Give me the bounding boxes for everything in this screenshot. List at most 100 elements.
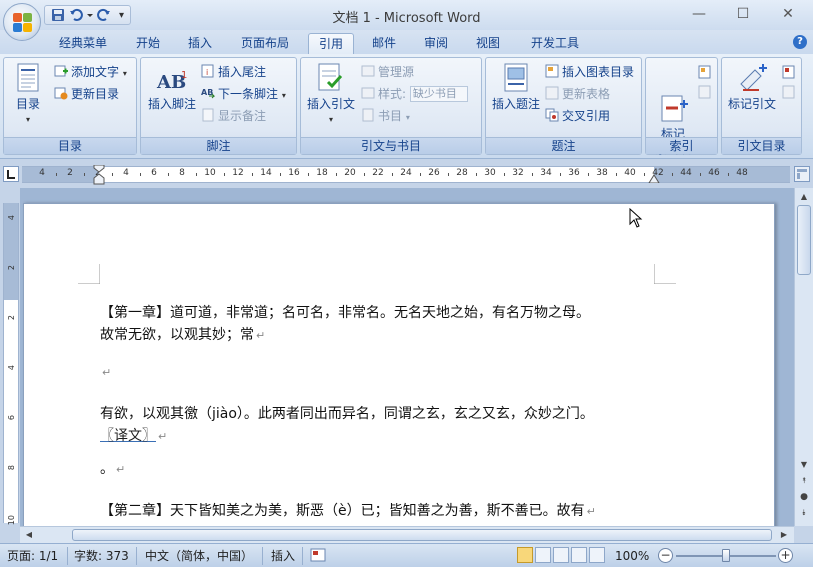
- update-toc-button[interactable]: 更新目录: [54, 85, 119, 103]
- translation-link[interactable]: 〖译文〗: [100, 428, 156, 444]
- horizontal-ruler[interactable]: 4 2 2 4 6 8 10 12 14 16 18 20 22 24 26 28 30 32 34 36 38 40 42…: [22, 165, 790, 185]
- chevron-down-icon: ▾: [122, 69, 127, 78]
- next-page-icon[interactable]: ⯯: [797, 506, 811, 520]
- web-layout-view-icon[interactable]: [553, 547, 569, 563]
- maximize-button[interactable]: ☐: [730, 4, 756, 24]
- browse-object-icon[interactable]: ●: [797, 490, 811, 504]
- insert-tof-label: 插入图表目录: [562, 65, 635, 79]
- zoom-out-icon[interactable]: −: [658, 548, 673, 563]
- insert-index-button[interactable]: [698, 64, 715, 82]
- zoom-in-icon[interactable]: +: [778, 548, 793, 563]
- doc-line: 故常无欲，以观其妙；常 ↵: [100, 324, 265, 344]
- manage-sources-label: 管理源: [378, 65, 415, 79]
- help-icon[interactable]: ?: [793, 35, 807, 49]
- style-icon: [361, 86, 375, 100]
- vertical-ruler[interactable]: 4 2 2 4 6 8 10: [3, 203, 19, 525]
- scroll-down-icon[interactable]: ▼: [797, 458, 811, 472]
- ruler-number: 36: [568, 168, 580, 178]
- vertical-scroll-thumb[interactable]: [797, 205, 811, 275]
- previous-page-icon[interactable]: ⯭: [797, 474, 811, 488]
- insert-footnote-button[interactable]: AB 1 插入脚注: [143, 68, 201, 112]
- scroll-right-icon[interactable]: ▶: [777, 528, 791, 542]
- group-index-label: 索引: [646, 137, 717, 154]
- tab-insert[interactable]: 插入: [178, 33, 222, 54]
- page-indicator[interactable]: 页面: 1/1: [7, 548, 58, 564]
- insert-caption-button[interactable]: 插入题注: [489, 62, 543, 112]
- show-notes-button[interactable]: 显示备注: [201, 107, 266, 125]
- update-index-button[interactable]: [698, 84, 715, 102]
- ruler-number: 2: [67, 168, 73, 178]
- vertical-ruler-number: 2: [7, 315, 16, 321]
- scroll-left-icon[interactable]: ◀: [22, 528, 36, 542]
- citation-style-control[interactable]: 样式: 缺少书目: [361, 85, 468, 103]
- tab-review[interactable]: 审阅: [414, 33, 458, 54]
- draft-view-icon[interactable]: [589, 547, 605, 563]
- ruler-tick: [504, 173, 505, 176]
- manage-sources-icon: [361, 64, 375, 78]
- ruler-number: 38: [596, 168, 608, 178]
- mark-citation-button[interactable]: 标记引文: [724, 62, 780, 112]
- doc-line: 【第二章】天下皆知美之为美，斯恶（è）已；皆知善之为善，斯不善已。故有 ↵: [100, 500, 596, 520]
- view-ruler-icon[interactable]: [794, 166, 810, 182]
- endnote-icon: i: [201, 64, 215, 78]
- document-page[interactable]: 【第一章】道可道，非常道；名可名，非常名。无名天地之始，有名万物之母。 故常无欲…: [23, 203, 775, 526]
- tab-classic-menu[interactable]: 经典菜单: [52, 33, 114, 54]
- minimize-button[interactable]: —: [686, 4, 712, 24]
- print-layout-view-icon[interactable]: [517, 547, 533, 563]
- ruler-number: 22: [372, 168, 384, 178]
- indent-marker-icon[interactable]: [93, 165, 105, 185]
- close-button[interactable]: ✕: [775, 4, 801, 24]
- svg-text:i: i: [206, 68, 208, 77]
- update-table-button[interactable]: 更新表格: [545, 85, 610, 103]
- ruler-number: 4: [123, 168, 129, 178]
- outline-view-icon[interactable]: [571, 547, 587, 563]
- manage-sources-button[interactable]: 管理源: [361, 63, 414, 81]
- tab-stop-selector[interactable]: [3, 166, 19, 182]
- word-count[interactable]: 字数: 373: [74, 548, 129, 564]
- insert-endnote-button[interactable]: i 插入尾注: [201, 63, 266, 81]
- ruler-tick: [280, 173, 281, 176]
- insert-table-of-figures-button[interactable]: 插入图表目录: [545, 63, 634, 81]
- update-index-icon: [698, 85, 712, 99]
- ruler-tick: [308, 173, 309, 176]
- office-button[interactable]: [3, 3, 41, 41]
- toc-button[interactable]: 目录 ▾: [8, 62, 48, 127]
- tab-developer[interactable]: 开发工具: [522, 33, 588, 54]
- scroll-up-icon[interactable]: ▲: [797, 190, 811, 204]
- line-text: 【第二章】天下皆知美之为美，斯恶（è）已；皆知善之为善，斯不善已。故有: [100, 503, 585, 519]
- language-indicator[interactable]: 中文（简体，中国）: [145, 548, 253, 564]
- group-toc-label: 目录: [4, 137, 136, 154]
- update-toa-icon: [782, 85, 796, 99]
- insert-mode-indicator[interactable]: 插入: [271, 548, 295, 564]
- vertical-scrollbar[interactable]: ▲ ▼ ⯭ ● ⯯: [794, 188, 813, 526]
- insert-citation-button[interactable]: 插入引文 ▾: [304, 62, 358, 127]
- horizontal-scrollbar[interactable]: ◀ ▶: [20, 526, 794, 543]
- style-dropdown[interactable]: 缺少书目: [409, 86, 468, 102]
- tab-references[interactable]: 引用: [308, 33, 354, 54]
- tab-page-layout[interactable]: 页面布局: [232, 33, 298, 54]
- horizontal-scroll-thumb[interactable]: [72, 529, 772, 541]
- ruler-number: 34: [540, 168, 552, 178]
- insert-toa-button[interactable]: [782, 64, 799, 82]
- macro-record-icon[interactable]: [310, 548, 326, 564]
- next-footnote-button[interactable]: AB 下一条脚注 ▾: [201, 85, 286, 103]
- vertical-ruler-number: 2: [7, 265, 16, 271]
- bibliography-button[interactable]: 书目 ▾: [361, 107, 410, 125]
- update-toa-button[interactable]: [782, 84, 799, 102]
- right-indent-marker-icon[interactable]: [648, 174, 660, 183]
- full-screen-reading-view-icon[interactable]: [535, 547, 551, 563]
- zoom-level[interactable]: 100%: [615, 548, 649, 564]
- cross-reference-button[interactable]: 交叉引用: [545, 107, 610, 125]
- tab-home[interactable]: 开始: [126, 33, 170, 54]
- bibliography-label: 书目: [378, 109, 403, 123]
- ruler-tick: [728, 173, 729, 176]
- ruler-tick: [588, 173, 589, 176]
- tab-mailings[interactable]: 邮件: [362, 33, 406, 54]
- add-text-button[interactable]: 添加文字 ▾: [54, 63, 127, 81]
- update-table-icon: [545, 86, 559, 100]
- tab-view[interactable]: 视图: [466, 33, 510, 54]
- ruler-tick: [364, 173, 365, 176]
- zoom-slider-thumb[interactable]: [722, 549, 730, 562]
- ruler-tick: [112, 173, 113, 176]
- status-bar: 页面: 1/1 字数: 373 中文（简体，中国） 插入 100% − +: [0, 543, 813, 567]
